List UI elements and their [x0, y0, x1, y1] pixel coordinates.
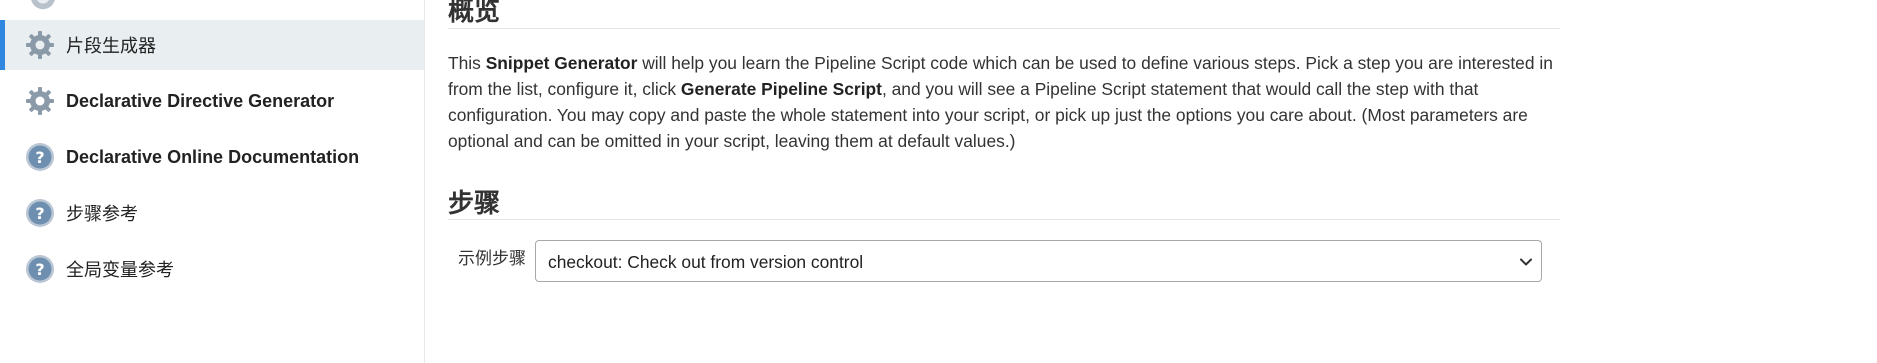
- sidebar-item-label: 全局变量参考: [66, 260, 174, 280]
- main-content: 概览 This Snippet Generator will help you …: [448, 0, 1560, 363]
- sidebar-item-label: 步骤参考: [66, 204, 138, 224]
- sample-step-select[interactable]: checkout: Check out from version control: [535, 240, 1542, 282]
- sidebar-item-step-reference[interactable]: ? 步骤参考: [0, 188, 424, 238]
- help-icon: ?: [26, 255, 54, 283]
- sidebar-item-snippet-generator[interactable]: 片段生成器: [0, 20, 424, 70]
- svg-text:?: ?: [35, 204, 44, 223]
- sidebar: 片段生成器 Declarative Directive Generator ? …: [0, 0, 425, 363]
- sidebar-item-declarative-online-documentation[interactable]: ? Declarative Online Documentation: [0, 132, 424, 182]
- chevron-down-icon: [1520, 258, 1532, 266]
- help-icon: ?: [26, 143, 54, 171]
- page: 片段生成器 Declarative Directive Generator ? …: [0, 0, 1877, 363]
- snippet-generator-emphasis: Snippet Generator: [485, 53, 638, 73]
- heading-divider: [448, 28, 1560, 29]
- sidebar-item-label: 片段生成器: [66, 36, 156, 56]
- sample-step-label: 示例步骤: [458, 249, 526, 268]
- overview-description: This Snippet Generator will help you lea…: [448, 50, 1560, 154]
- sidebar-item-label: Declarative Directive Generator: [66, 90, 335, 111]
- sidebar-item-global-variable-reference[interactable]: ? 全局变量参考: [0, 244, 424, 294]
- select-current-value: checkout: Check out from version control: [548, 252, 864, 272]
- sidebar-item-declarative-directive-generator[interactable]: Declarative Directive Generator: [0, 76, 424, 126]
- steps-heading: 步骤: [448, 188, 501, 218]
- gear-icon: [26, 31, 54, 59]
- heading-divider: [448, 219, 1560, 220]
- overview-heading: 概览: [448, 0, 501, 26]
- svg-text:?: ?: [35, 260, 44, 279]
- help-icon: ?: [26, 199, 54, 227]
- svg-text:?: ?: [35, 148, 44, 167]
- gear-icon: [31, 0, 55, 10]
- generate-pipeline-script-emphasis: Generate Pipeline Script: [680, 79, 882, 99]
- sidebar-item-label: Declarative Online Documentation: [66, 146, 360, 167]
- overview-text-part: This: [448, 53, 486, 73]
- gear-icon: [26, 87, 54, 115]
